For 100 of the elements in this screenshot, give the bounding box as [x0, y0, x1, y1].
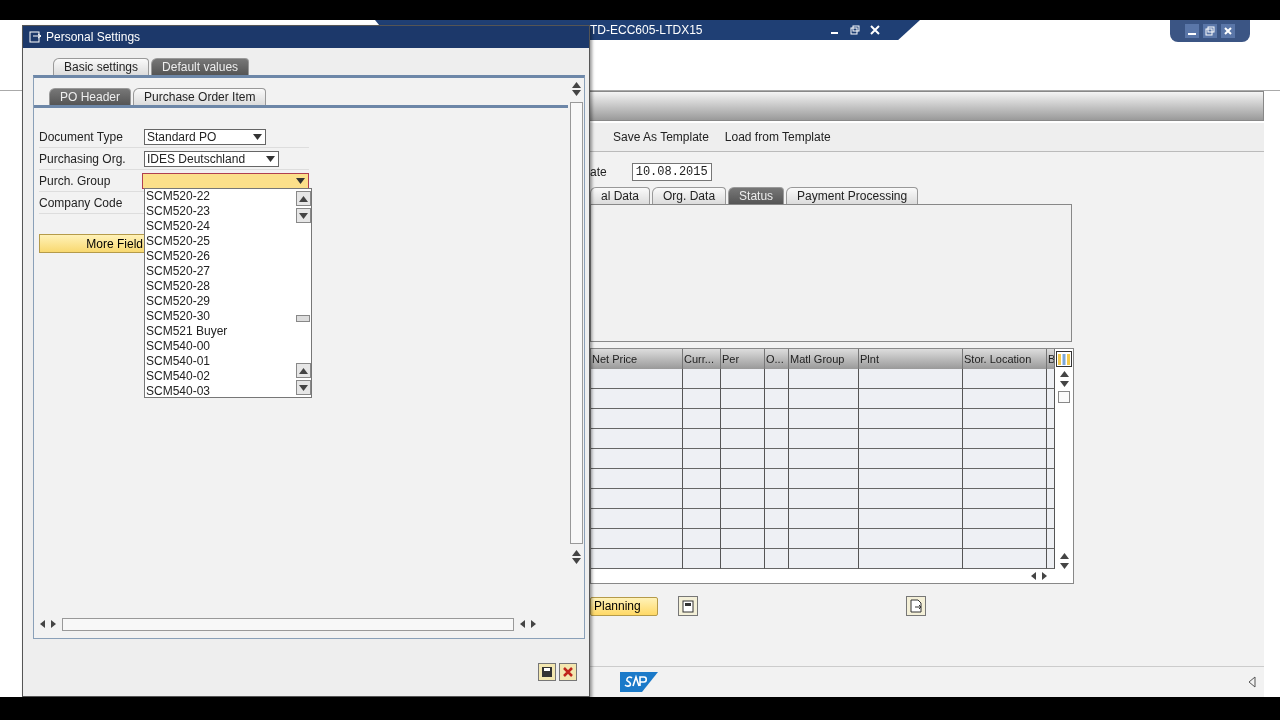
table-cell [765, 409, 789, 429]
down-arrow-icon[interactable] [571, 558, 581, 564]
field-label: Purchasing Org. [39, 151, 127, 166]
tab[interactable]: Purchase Order Item [133, 88, 267, 105]
left-arrow-icon[interactable] [1031, 572, 1036, 580]
table-cell [721, 409, 765, 429]
right-arrow-icon[interactable] [51, 620, 56, 628]
dropdown-field[interactable]: Standard PO [144, 128, 266, 145]
table-cell [721, 429, 765, 449]
table-cell [765, 469, 789, 489]
table-cell [765, 369, 789, 389]
left-arrow-icon[interactable] [520, 620, 525, 628]
table-cell [721, 529, 765, 549]
table-cell [683, 369, 721, 389]
down-arrow-icon[interactable] [571, 90, 581, 96]
up-arrow-icon[interactable] [298, 195, 308, 202]
close-icon[interactable] [1221, 24, 1235, 38]
caret-icon[interactable] [253, 133, 262, 140]
close-icon[interactable] [870, 25, 880, 35]
table-cell [789, 489, 859, 509]
list-item[interactable]: SCM520-24 [145, 219, 295, 234]
scrollbar-track[interactable] [569, 102, 583, 544]
column-header[interactable]: Stor. Location [963, 349, 1047, 369]
toolbar-button[interactable]: Save As Template [613, 128, 709, 146]
table-cell [683, 489, 721, 509]
dialog-title: Personal Settings [46, 30, 141, 44]
column-header[interactable]: O... [765, 349, 789, 369]
caret-icon[interactable] [296, 177, 305, 184]
planning-button[interactable]: Planning [590, 596, 658, 616]
table-cell [721, 549, 765, 569]
up-arrow-icon[interactable] [1059, 371, 1069, 377]
right-arrow-icon[interactable] [531, 620, 536, 628]
list-item[interactable]: SCM540-00 [145, 339, 295, 354]
document-arrow-icon [909, 599, 923, 613]
list-item[interactable]: SCM520-28 [145, 279, 295, 294]
tab[interactable]: Payment Processing [786, 187, 919, 204]
list-item[interactable]: SCM520-27 [145, 264, 295, 279]
list-item[interactable]: SCM520-23 [145, 204, 295, 219]
column-header[interactable]: Matl Group [789, 349, 859, 369]
list-item[interactable]: SCM520-29 [145, 294, 295, 309]
table-cell [683, 429, 721, 449]
scroll-thumb[interactable] [296, 315, 310, 322]
save-button[interactable] [538, 663, 556, 681]
list-item[interactable]: SCM540-01 [145, 354, 295, 369]
column-header[interactable]: Net Price [591, 349, 683, 369]
list-item[interactable]: SCM520-30 [145, 309, 295, 324]
table-cell [765, 549, 789, 569]
cancel-button[interactable] [559, 663, 577, 681]
table-cell [721, 469, 765, 489]
list-item[interactable]: SCM540-02 [145, 369, 295, 384]
table-cell [765, 449, 789, 469]
table-cell [789, 469, 859, 489]
scroll-down-button[interactable] [295, 380, 311, 395]
up-arrow-icon[interactable] [571, 550, 581, 556]
document-button[interactable] [906, 596, 926, 616]
dropdown-field[interactable]: IDES Deutschland [144, 150, 279, 167]
down-arrow-icon[interactable] [298, 212, 308, 219]
dropdown-field[interactable] [142, 172, 309, 189]
scroll-thumb-icon[interactable] [1058, 391, 1070, 403]
minimize-icon[interactable] [1185, 24, 1199, 38]
scroll-up-button[interactable] [295, 191, 311, 206]
close-icon [562, 666, 574, 678]
column-header[interactable]: B [1047, 349, 1055, 369]
field-label: Company Code [39, 195, 124, 210]
list-item[interactable]: SCM540-03 [145, 384, 295, 399]
restore-icon[interactable] [1203, 24, 1217, 38]
calculator-icon [681, 599, 695, 613]
up-arrow-icon[interactable] [571, 82, 581, 88]
tab[interactable]: al Data [590, 187, 651, 204]
left-arrow-icon[interactable] [40, 620, 45, 628]
restore-icon[interactable] [850, 25, 860, 35]
scroll-down-button[interactable] [295, 208, 311, 223]
date-field[interactable]: 10.08.2015 [631, 163, 712, 181]
column-settings-icon[interactable] [1056, 351, 1072, 367]
table-cell [683, 449, 721, 469]
down-arrow-icon[interactable] [1059, 563, 1069, 569]
left-triangle-icon[interactable] [1248, 676, 1256, 688]
down-arrow-icon[interactable] [1059, 381, 1069, 387]
tab[interactable]: Basic settings [53, 58, 150, 75]
scroll-up-button[interactable] [295, 363, 311, 378]
right-arrow-icon[interactable] [1042, 572, 1047, 580]
up-arrow-icon[interactable] [1059, 553, 1069, 559]
down-arrow-icon[interactable] [298, 384, 308, 391]
table-cell [789, 529, 859, 549]
toolbar-button[interactable]: Load from Template [724, 128, 831, 146]
list-item[interactable]: SCM521 Buyer [145, 324, 295, 339]
table-cell [765, 429, 789, 449]
up-arrow-icon[interactable] [298, 367, 308, 374]
caret-icon[interactable] [266, 155, 275, 162]
column-header[interactable]: Per [721, 349, 765, 369]
tab[interactable]: Status [728, 187, 785, 204]
table-cell [683, 409, 721, 429]
tab[interactable]: PO Header [49, 88, 132, 105]
column-header[interactable]: Curr... [683, 349, 721, 369]
column-header[interactable]: Plnt [859, 349, 963, 369]
list-item[interactable]: SCM520-22 [145, 189, 295, 204]
tab[interactable]: Default values [151, 58, 250, 75]
scrollbar-track[interactable] [62, 617, 514, 631]
tab[interactable]: Org. Data [652, 187, 727, 204]
calculator-button[interactable] [678, 596, 698, 616]
